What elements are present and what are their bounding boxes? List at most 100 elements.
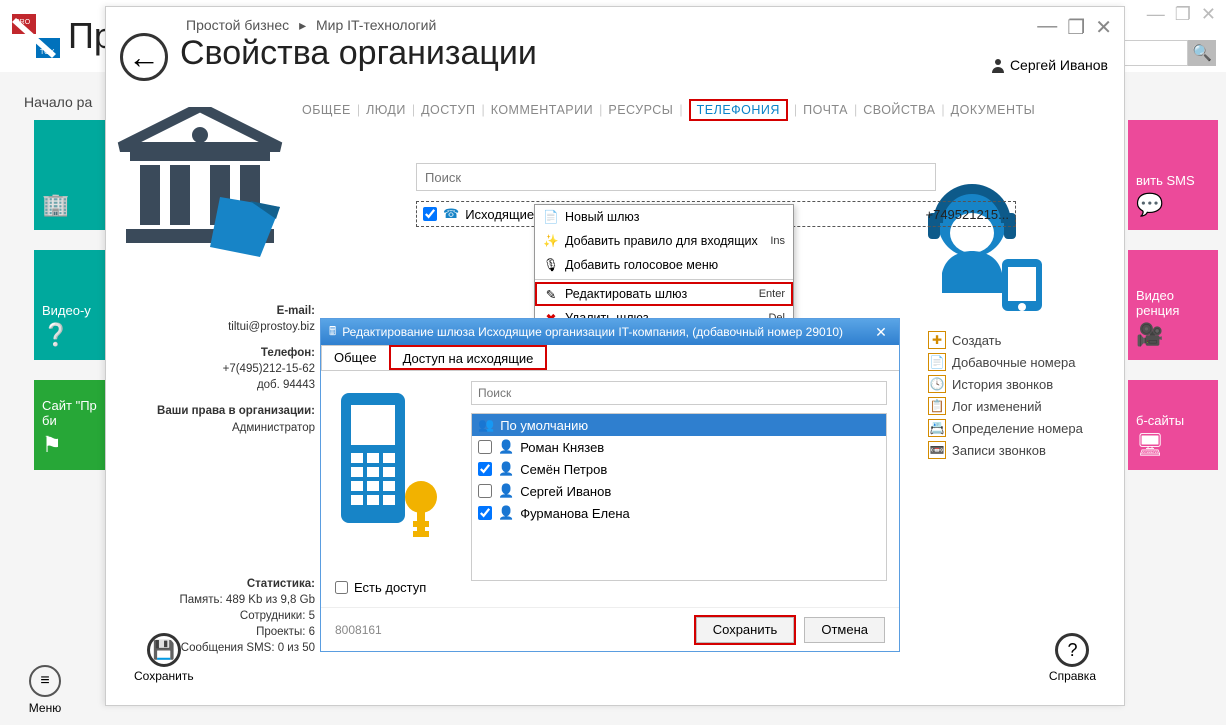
action-call-history[interactable]: 🕓История звонков	[928, 373, 1100, 395]
tab-general[interactable]: ОБЩЕЕ	[302, 103, 351, 117]
dlg-body: 👥 По умолчанию 👤 Роман Князев 👤 Семён Пе…	[321, 371, 899, 607]
chat-icon: 💬	[1136, 192, 1210, 218]
help-square-icon: ❔	[42, 322, 98, 348]
restore-icon[interactable]: ❐	[1067, 15, 1085, 40]
tab-telephony[interactable]: ТЕЛЕФОНИЯ	[689, 99, 788, 121]
bank-building-icon	[110, 107, 290, 267]
current-user[interactable]: Сергей Иванов	[990, 57, 1108, 73]
dlg-titlebar: 🖩 Редактирование шлюза Исходящие организ…	[321, 319, 899, 345]
user-row[interactable]: 👤 Фурманова Елена	[472, 502, 886, 524]
list-icon: 📄	[928, 353, 946, 371]
wand-icon: ✨	[543, 233, 559, 249]
cancel-button[interactable]: Отмена	[804, 617, 885, 643]
user-checkbox[interactable]	[478, 440, 492, 454]
telephony-actions: ✚Создать 📄Добавочные номера 🕓История зво…	[928, 329, 1100, 461]
dlg-right-pane: 👥 По умолчанию 👤 Роман Князев 👤 Семён Пе…	[471, 381, 887, 597]
voice-icon: 🎙	[543, 257, 559, 273]
user-row[interactable]: 👤 Сергей Иванов	[472, 480, 886, 502]
action-change-log[interactable]: 📋Лог изменений	[928, 395, 1100, 417]
camera-icon: 🎥	[1136, 322, 1210, 348]
tab-comments[interactable]: КОММЕНТАРИИ	[491, 103, 593, 117]
breadcrumb-app[interactable]: Простой бизнес	[186, 17, 289, 33]
bg-minimize-icon[interactable]: —	[1147, 4, 1165, 25]
ctx-edit-gateway[interactable]: ✎ Редактировать шлюз Enter	[535, 282, 793, 306]
ctx-add-voice-menu[interactable]: 🎙 Добавить голосовое меню	[535, 253, 793, 277]
tab-resources[interactable]: РЕСУРСЫ	[608, 103, 673, 117]
bg-tile-video-tutorial[interactable]: Видео-у ❔	[34, 250, 106, 360]
bg-menu[interactable]: ≡ Меню	[20, 665, 70, 715]
save-button[interactable]: Сохранить	[696, 617, 795, 643]
person-icon: 👤	[498, 483, 514, 499]
dlg-tab-general[interactable]: Общее	[321, 345, 390, 370]
tab-access[interactable]: ДОСТУП	[421, 103, 475, 117]
action-caller-id[interactable]: 📇Определение номера	[928, 417, 1100, 439]
help-footer[interactable]: ? Справка	[1049, 633, 1096, 683]
pencil-icon: ✎	[543, 286, 559, 302]
person-icon: 👤	[498, 461, 514, 477]
group-icon: 👥	[478, 417, 494, 433]
bg-tile-site[interactable]: Сайт "Пр би ⚑	[34, 380, 106, 470]
minimize-icon[interactable]: —	[1037, 15, 1057, 40]
gateway-checkbox[interactable]	[423, 207, 437, 221]
tab-properties[interactable]: СВОЙСТВА	[863, 103, 935, 117]
close-icon[interactable]: ✕	[1095, 15, 1112, 40]
back-button[interactable]: ←	[120, 33, 168, 81]
page-title: Свойства организации	[180, 34, 1104, 73]
person-icon: 👤	[498, 439, 514, 455]
calculator-icon: 🖩	[329, 322, 336, 343]
user-list: 👥 По умолчанию 👤 Роман Князев 👤 Семён Пе…	[471, 413, 887, 581]
dlg-footer: 8008161 Сохранить Отмена	[321, 607, 899, 651]
has-access-checkbox[interactable]	[335, 581, 348, 594]
building-icon: 🏢	[42, 192, 98, 218]
user-search-input[interactable]	[471, 381, 887, 405]
bg-close-icon[interactable]: ✕	[1201, 4, 1216, 25]
window-controls: — ❐ ✕	[1037, 15, 1112, 40]
user-checkbox[interactable]	[478, 484, 492, 498]
person-icon	[990, 57, 1006, 73]
monitor-icon: 🖥	[1136, 432, 1210, 458]
action-recordings[interactable]: 📼Записи звонков	[928, 439, 1100, 461]
bg-tile-sms[interactable]: вить SMS 💬	[1128, 120, 1218, 230]
bg-restore-icon[interactable]: ❐	[1175, 4, 1191, 25]
ctx-separator	[535, 279, 793, 280]
tab-documents[interactable]: ДОКУМЕНТЫ	[951, 103, 1036, 117]
action-extensions[interactable]: 📄Добавочные номера	[928, 351, 1100, 373]
modal-header: ← Простой бизнес ▸ Мир IT-технологий Сво…	[106, 7, 1124, 97]
help-icon: ?	[1055, 633, 1089, 667]
svg-text:PRO: PRO	[15, 19, 31, 26]
user-row[interactable]: 👤 Роман Князев	[472, 436, 886, 458]
bg-window-controls: — ❐ ✕	[1147, 4, 1216, 25]
save-icon: 💾	[147, 633, 181, 667]
tab-people[interactable]: ЛЮДИ	[366, 103, 406, 117]
bg-tile-1[interactable]: 🏢	[34, 120, 106, 230]
bg-tile-sites[interactable]: б-сайты 🖥	[1128, 380, 1218, 470]
org-info: E-mail: tiltui@prostoy.biz Телефон: +7(4…	[125, 303, 315, 666]
dlg-tab-outgoing-access[interactable]: Доступ на исходящие	[389, 345, 548, 370]
menu-icon: ≡	[29, 665, 61, 697]
user-group-default[interactable]: 👥 По умолчанию	[472, 414, 886, 436]
action-create[interactable]: ✚Создать	[928, 329, 1100, 351]
person-icon: 👤	[498, 505, 514, 521]
user-checkbox[interactable]	[478, 506, 492, 520]
gateway-number: +749521215...	[926, 207, 1010, 222]
gateway-context-menu: 📄 Новый шлюз ✨ Добавить правило для вход…	[534, 204, 794, 331]
ctx-add-rule[interactable]: ✨ Добавить правило для входящих Ins	[535, 229, 793, 253]
dlg-close-icon[interactable]: ✕	[871, 324, 891, 341]
tab-mail[interactable]: ПОЧТА	[803, 103, 848, 117]
bg-tile-videoconf[interactable]: Видео ренция 🎥	[1128, 250, 1218, 360]
dlg-tabs: Общее Доступ на исходящие	[321, 345, 899, 371]
phone-key-icon	[333, 389, 443, 549]
user-checkbox[interactable]	[478, 462, 492, 476]
log-icon: 📋	[928, 397, 946, 415]
app-logo-icon: PRO TOY	[12, 14, 60, 58]
gateway-search-input[interactable]	[416, 163, 936, 191]
bg-search-icon[interactable]: 🔍	[1188, 40, 1216, 66]
breadcrumb-org[interactable]: Мир IT-технологий	[316, 17, 436, 33]
plus-icon: ✚	[928, 331, 946, 349]
phone-icon: ☎	[443, 206, 459, 222]
recording-icon: 📼	[928, 441, 946, 459]
has-access-row[interactable]: Есть доступ	[335, 580, 426, 595]
ctx-new-gateway[interactable]: 📄 Новый шлюз	[535, 205, 793, 229]
user-row[interactable]: 👤 Семён Петров	[472, 458, 886, 480]
save-footer[interactable]: 💾 Сохранить	[134, 633, 194, 683]
